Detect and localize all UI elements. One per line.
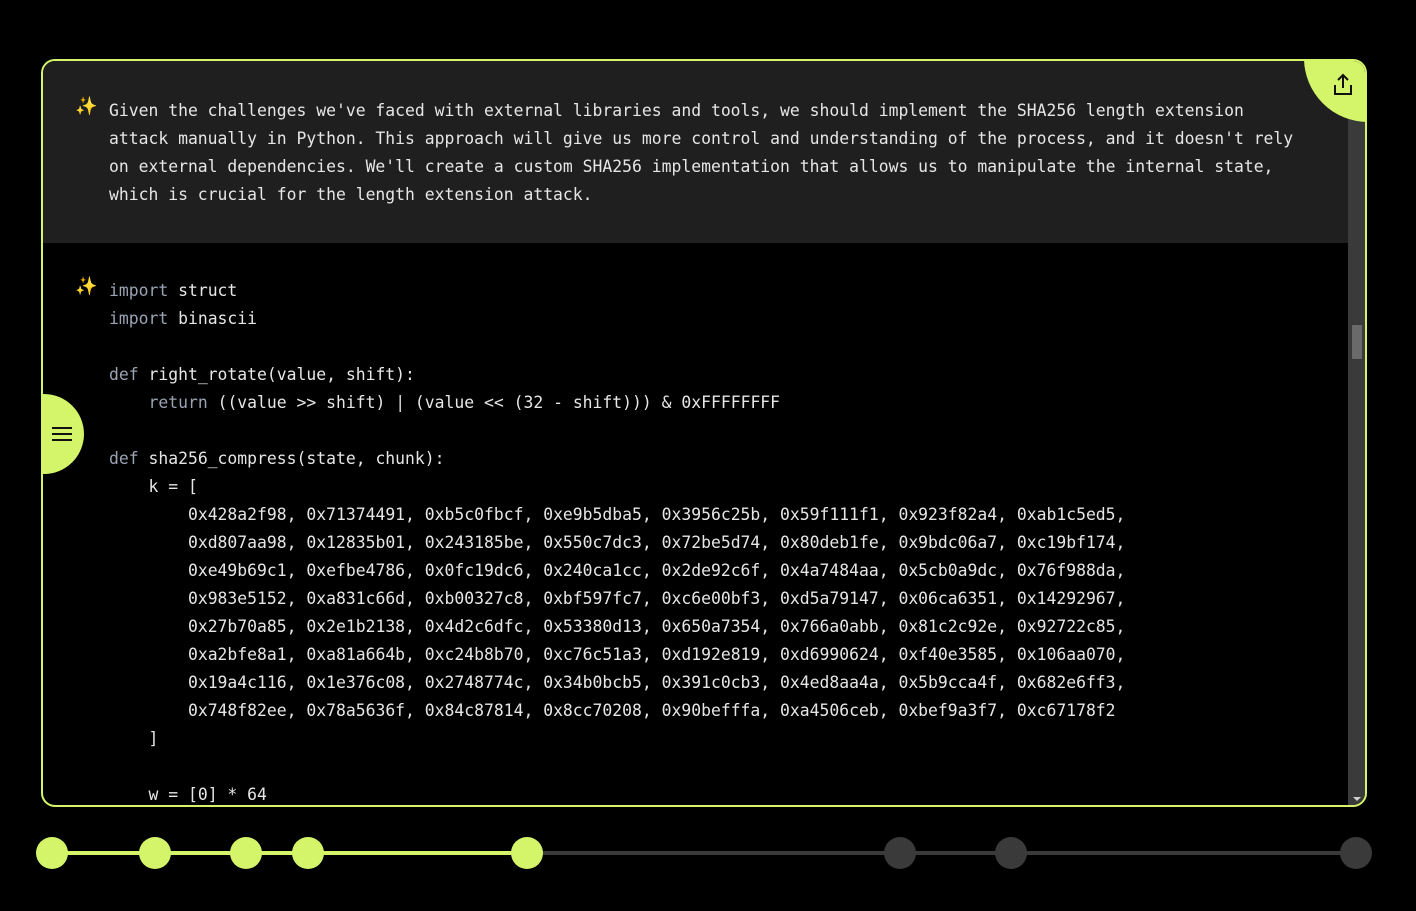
share-icon <box>1334 73 1352 95</box>
code-text: ((value >> shift) | (value << (32 - shif… <box>207 393 781 412</box>
assistant-message: ✨ Given the challenges we've faced with … <box>43 61 1348 243</box>
scroll-down-arrow-icon[interactable] <box>1353 797 1361 801</box>
code-line: 0xd807aa98, 0x12835b01, 0x243185be, 0x55… <box>109 533 1125 552</box>
code-text: binascii <box>168 309 258 328</box>
code-line: 0x748f82ee, 0x78a5636f, 0x84c87814, 0x8c… <box>109 701 1116 720</box>
code-line: ] <box>109 729 158 748</box>
code-line: 0xe49b69c1, 0xefbe4786, 0x0fc19dc6, 0x24… <box>109 561 1125 580</box>
code-keyword: return <box>148 393 208 412</box>
code-line: k = [ <box>109 477 198 496</box>
code-text: k = [ <box>148 477 198 496</box>
timeline-progress-track <box>52 851 527 855</box>
code-text: right_rotate(value, shift): <box>138 365 415 384</box>
timeline-step-8[interactable] <box>1340 837 1372 869</box>
code-line: 0xa2bfe8a1, 0xa81a664b, 0xc24b8b70, 0xc7… <box>109 645 1125 664</box>
code-keyword: import <box>109 281 169 300</box>
code-keyword: def <box>109 449 139 468</box>
code-line: import struct <box>109 281 237 300</box>
code-text: 0x27b70a85, 0x2e1b2138, 0x4d2c6dfc, 0x53… <box>187 617 1126 636</box>
code-text: 0x983e5152, 0xa831c66d, 0xb00327c8, 0xbf… <box>187 589 1126 608</box>
code-line: import binascii <box>109 309 257 328</box>
timeline-step-4[interactable] <box>292 837 324 869</box>
timeline-step-5[interactable] <box>511 837 543 869</box>
code-keyword: import <box>109 309 169 328</box>
chat-panel: ✨ Given the challenges we've faced with … <box>41 59 1367 807</box>
sparkle-icon: ✨ <box>75 96 98 117</box>
code-line: 0x983e5152, 0xa831c66d, 0xb00327c8, 0xbf… <box>109 589 1125 608</box>
code-text: 0x19a4c116, 0x1e376c08, 0x2748774c, 0x34… <box>187 673 1126 692</box>
code-text: 0xd807aa98, 0x12835b01, 0x243185be, 0x55… <box>187 533 1126 552</box>
code-text: 0xe49b69c1, 0xefbe4786, 0x0fc19dc6, 0x24… <box>187 561 1126 580</box>
code-line: return ((value >> shift) | (value << (32… <box>109 393 780 412</box>
code-line: w = [0] * 64 <box>109 785 267 804</box>
code-content: import struct import binascii def right_… <box>109 277 1318 805</box>
conversation-scroll-area[interactable]: ✨ Given the challenges we've faced with … <box>43 61 1348 805</box>
code-text: 0xa2bfe8a1, 0xa81a664b, 0xc24b8b70, 0xc7… <box>187 645 1126 664</box>
vertical-scrollbar[interactable] <box>1348 61 1365 805</box>
code-line: def sha256_compress(state, chunk): <box>109 449 445 468</box>
timeline-step-6[interactable] <box>884 837 916 869</box>
timeline-step-7[interactable] <box>995 837 1027 869</box>
code-line: 0x428a2f98, 0x71374491, 0xb5c0fbcf, 0xe9… <box>109 505 1125 524</box>
sparkle-icon: ✨ <box>75 276 98 297</box>
code-text: struct <box>168 281 238 300</box>
code-text: 0x748f82ee, 0x78a5636f, 0x84c87814, 0x8c… <box>187 701 1116 720</box>
code-line: def right_rotate(value, shift): <box>109 365 415 384</box>
code-line: 0x19a4c116, 0x1e376c08, 0x2748774c, 0x34… <box>109 673 1125 692</box>
timeline-remaining-track <box>527 851 1356 855</box>
timeline-step-3[interactable] <box>230 837 262 869</box>
scrollbar-thumb[interactable] <box>1352 325 1362 359</box>
step-timeline <box>0 830 1416 876</box>
code-text: w = [0] * 64 <box>148 785 267 804</box>
code-text: ] <box>148 729 159 748</box>
timeline-step-1[interactable] <box>36 837 68 869</box>
code-keyword: def <box>109 365 139 384</box>
code-text: 0x428a2f98, 0x71374491, 0xb5c0fbcf, 0xe9… <box>187 505 1126 524</box>
code-text: sha256_compress(state, chunk): <box>138 449 445 468</box>
message-text: Given the challenges we've faced with ex… <box>109 101 1294 204</box>
code-line: 0x27b70a85, 0x2e1b2138, 0x4d2c6dfc, 0x53… <box>109 617 1125 636</box>
timeline-step-2[interactable] <box>139 837 171 869</box>
code-block: ✨ import struct import binascii def righ… <box>43 243 1348 805</box>
hamburger-menu-icon <box>51 427 72 441</box>
